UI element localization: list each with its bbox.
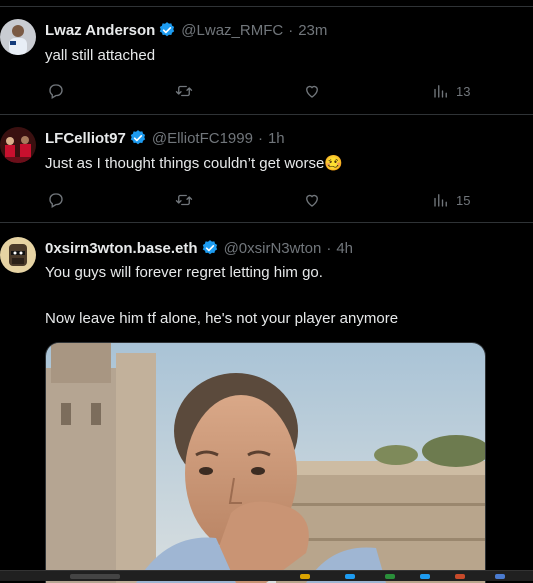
tweet-actions: 15	[45, 190, 485, 210]
views-icon	[434, 194, 447, 207]
views-icon	[434, 85, 447, 98]
taskbar-app-icon[interactable]	[300, 574, 310, 579]
tweet-text-line: You guys will forever regret letting him…	[45, 264, 323, 281]
author-handle[interactable]: @Lwaz_RMFC	[181, 22, 283, 39]
avatar[interactable]	[0, 237, 36, 273]
retweet-button[interactable]	[175, 190, 193, 210]
taskbar-app-icon[interactable]	[420, 574, 430, 579]
meta-separator: ·	[288, 21, 294, 39]
like-button[interactable]	[303, 81, 321, 101]
tweet[interactable]: LFCelliot97 @ElliotFC1999 · 1h Just as I…	[0, 114, 533, 222]
taskbar-app-icon[interactable]	[385, 574, 395, 579]
meta-separator: ·	[326, 239, 332, 257]
retweet-icon	[175, 85, 193, 97]
author-name[interactable]: 0xsirn3wton.base.eth	[45, 240, 198, 257]
reply-icon	[49, 84, 63, 99]
avatar[interactable]	[0, 127, 36, 163]
like-icon	[306, 85, 318, 98]
taskbar-app-icon[interactable]	[70, 574, 120, 579]
meta-separator: ·	[257, 129, 263, 147]
os-taskbar	[0, 570, 533, 581]
verified-badge-icon	[130, 130, 145, 145]
author-name[interactable]: LFCelliot97	[45, 130, 126, 147]
taskbar-app-icon[interactable]	[495, 574, 505, 579]
tweet-actions: 13	[45, 81, 485, 101]
retweet-button[interactable]	[175, 81, 193, 101]
tweet-text: yall still attached	[45, 47, 156, 64]
verified-badge-icon	[202, 240, 217, 255]
like-button[interactable]	[303, 190, 321, 210]
taskbar-app-icon[interactable]	[455, 574, 465, 579]
tweet-media-image[interactable]	[45, 342, 486, 583]
tweet-text-line: Now leave him tf alone, he's not your pl…	[45, 310, 399, 327]
avatar[interactable]	[0, 19, 36, 55]
timestamp[interactable]: 4h	[336, 240, 353, 257]
timestamp[interactable]: 23m	[298, 22, 327, 39]
views-button[interactable]: 13	[432, 81, 470, 101]
author-handle[interactable]: @ElliotFC1999	[152, 130, 253, 147]
tweet-text: Just as I thought things couldn’t get wo…	[45, 155, 344, 172]
like-icon	[306, 194, 318, 207]
taskbar-app-icon[interactable]	[345, 574, 355, 579]
views-button[interactable]: 15	[432, 190, 470, 210]
retweet-icon	[175, 194, 193, 206]
author-name[interactable]: Lwaz Anderson	[45, 22, 155, 39]
reply-button[interactable]	[47, 81, 65, 101]
reply-button[interactable]	[47, 190, 65, 210]
timestamp[interactable]: 1h	[268, 130, 285, 147]
tweet[interactable]: Lwaz Anderson @Lwaz_RMFC · 23m yall stil…	[0, 6, 533, 113]
author-handle[interactable]: @0xsirN3wton	[224, 240, 322, 257]
views-count: 13	[456, 83, 471, 99]
verified-badge-icon	[160, 22, 175, 37]
reply-icon	[49, 193, 63, 208]
views-count: 15	[456, 192, 471, 208]
